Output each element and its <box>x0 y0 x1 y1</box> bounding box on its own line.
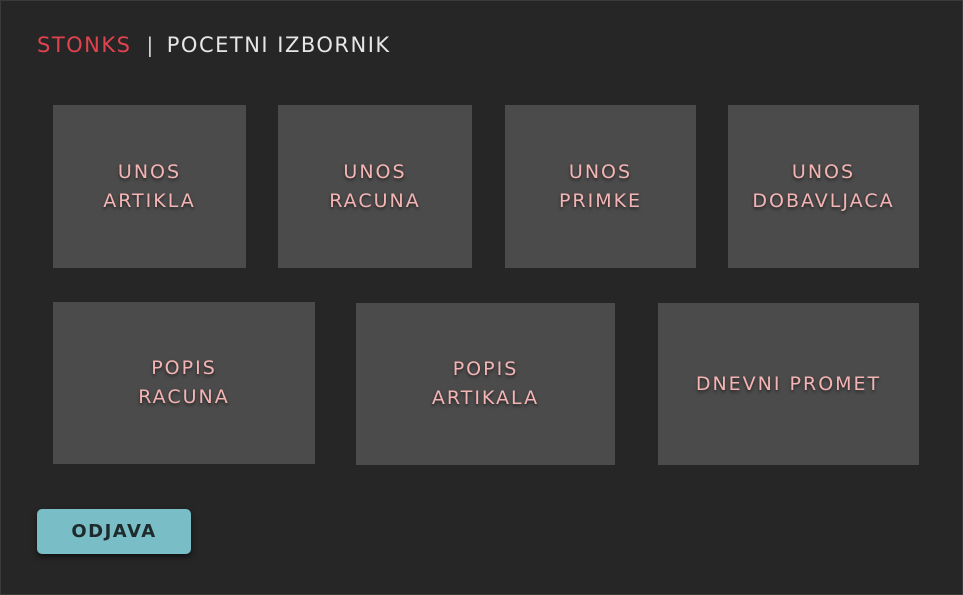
tile-label: POPIS ARTIKALA <box>431 358 540 409</box>
tile-label: UNOS DOBAVLJACA <box>752 160 895 212</box>
tile-label: DNEVNI PROMET <box>695 372 882 395</box>
page-header: STONKS | POCETNI IZBORNIK <box>37 31 391 59</box>
tile-label: UNOS PRIMKE <box>558 160 643 212</box>
header-separator: | <box>146 33 155 57</box>
tile-popis-artikala[interactable]: POPIS ARTIKALA <box>356 303 615 465</box>
tile-unos-primke[interactable]: UNOS PRIMKE <box>505 105 696 268</box>
brand-logo-text: STONKS <box>37 33 132 57</box>
tile-label: UNOS ARTIKLA <box>103 160 196 212</box>
tile-dnevni-promet[interactable]: DNEVNI PROMET <box>658 303 919 465</box>
tile-unos-racuna[interactable]: UNOS RACUNA <box>278 105 472 268</box>
tile-popis-racuna[interactable]: POPIS RACUNA <box>53 302 315 464</box>
page-title: POCETNI IZBORNIK <box>166 33 391 57</box>
tile-label: POPIS RACUNA <box>138 357 230 408</box>
tile-unos-dobavljaca[interactable]: UNOS DOBAVLJACA <box>728 105 919 268</box>
tile-label: UNOS RACUNA <box>329 160 421 212</box>
app-window <box>0 0 963 595</box>
logout-button[interactable]: ODJAVA <box>37 509 191 554</box>
tile-unos-artikla[interactable]: UNOS ARTIKLA <box>53 105 246 268</box>
